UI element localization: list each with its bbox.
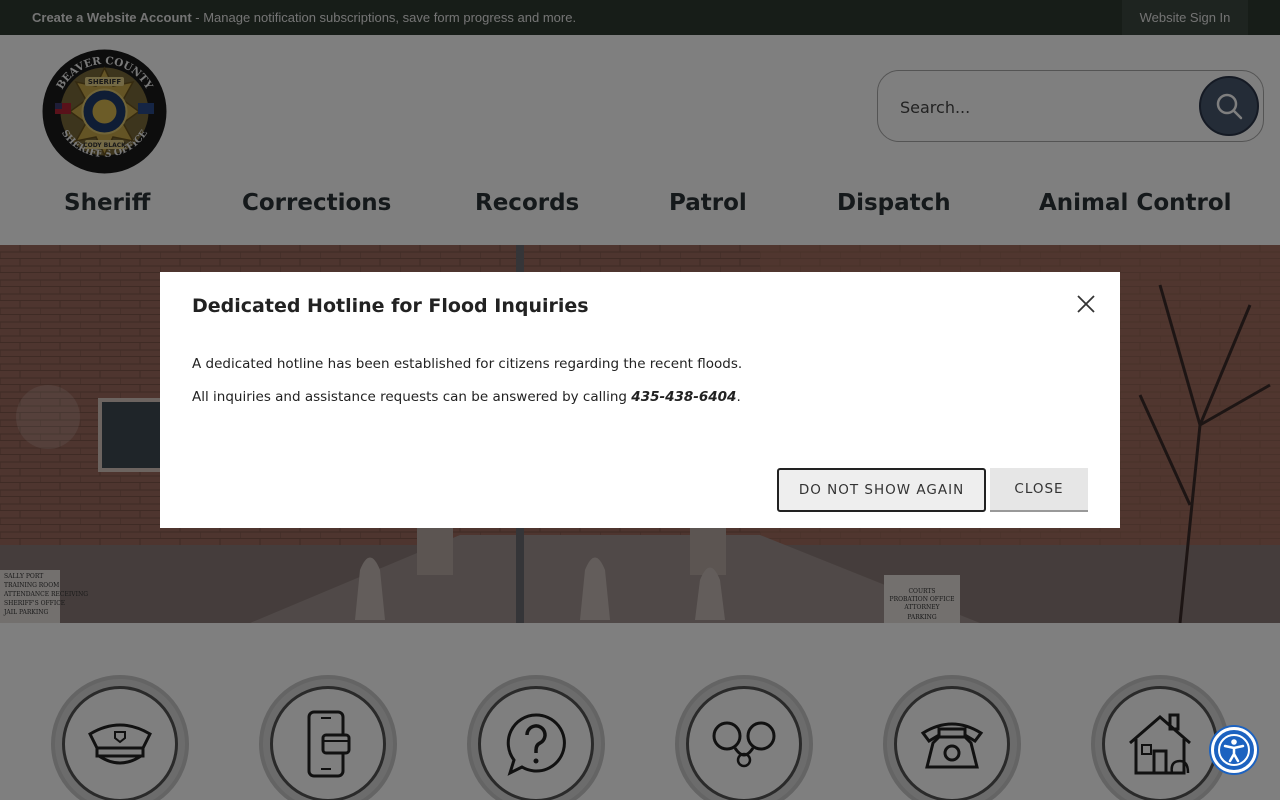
dialog-paragraph-2-text: All inquiries and assistance requests ca… bbox=[192, 389, 632, 405]
do-not-show-again-button[interactable]: DO NOT SHOW AGAIN bbox=[777, 468, 986, 512]
accessibility-button[interactable] bbox=[1211, 727, 1257, 773]
dialog-paragraph-1: A dedicated hotline has been established… bbox=[192, 356, 743, 372]
dialog-paragraph-2: All inquiries and assistance requests ca… bbox=[192, 389, 741, 405]
close-button[interactable]: CLOSE bbox=[990, 468, 1088, 512]
close-icon[interactable] bbox=[1074, 292, 1098, 316]
hotline-phone-number: 435-438-6404 bbox=[631, 389, 737, 405]
dialog-title: Dedicated Hotline for Flood Inquiries bbox=[192, 295, 589, 317]
accessibility-icon bbox=[1218, 734, 1250, 766]
dialog-paragraph-2-end: . bbox=[736, 389, 741, 405]
flood-hotline-dialog: Dedicated Hotline for Flood Inquiries A … bbox=[160, 272, 1120, 528]
